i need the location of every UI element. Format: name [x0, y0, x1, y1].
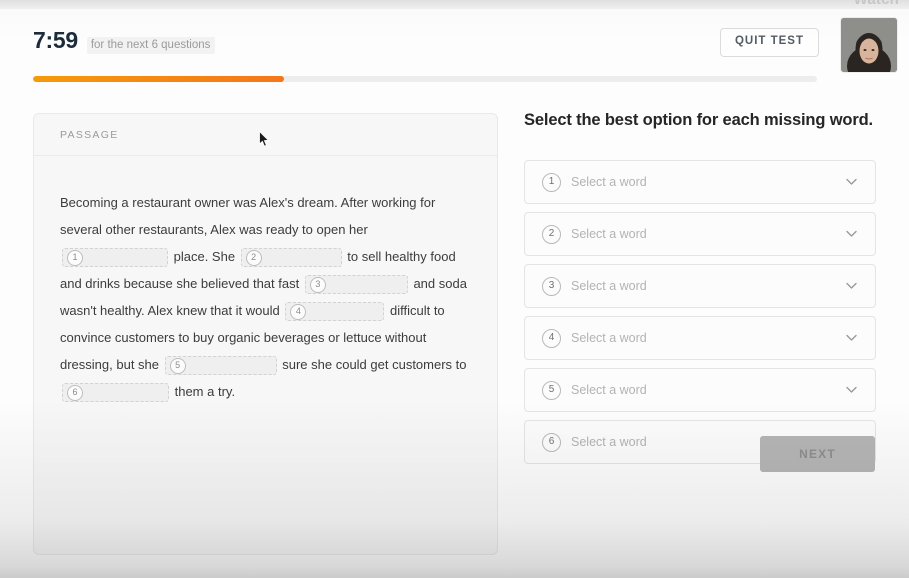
question-prompt: Select the best option for each missing …: [524, 111, 873, 129]
progress-bar-fill: [33, 76, 284, 82]
answers-panel: Select the best option for each missing …: [524, 108, 876, 472]
passage-blank-2[interactable]: 2: [240, 248, 342, 268]
passage-blank-3[interactable]: 3: [304, 275, 408, 295]
quit-test-button[interactable]: QUIT TEST: [719, 28, 819, 57]
passage-blank-number: 6: [67, 384, 83, 401]
passage-card: PASSAGE Becoming a restaurant owner was …: [33, 113, 498, 555]
test-screen: Watch 7:59 for the next 6 questions QUIT…: [0, 0, 909, 578]
chevron-down-icon[interactable]: [846, 386, 857, 397]
word-select-list: 1 Select a word 2 Select a word 3 Select a wo…: [524, 160, 876, 464]
passage-header-label: PASSAGE: [60, 128, 119, 141]
word-select-2[interactable]: 2 Select a word: [524, 212, 876, 256]
word-select-3[interactable]: 3 Select a word: [524, 264, 876, 308]
passage-blank-4[interactable]: 4: [285, 302, 385, 322]
word-select-number: 5: [542, 380, 561, 400]
passage-blank-number: 2: [245, 249, 262, 266]
chevron-down-icon[interactable]: [846, 230, 857, 241]
word-select-value: Select a word: [571, 227, 647, 241]
word-select-number: 1: [542, 172, 561, 192]
timer-group: 7:59 for the next 6 questions: [33, 27, 216, 54]
word-select-value: Select a word: [571, 331, 647, 345]
word-select-value: Select a word: [571, 383, 647, 397]
passage-blank-number: 4: [290, 303, 307, 320]
passage-blank-5[interactable]: 5: [164, 356, 277, 376]
passage-text: Becoming a restaurant owner was Alex's d…: [60, 189, 471, 405]
passage-blank-number: 1: [67, 249, 83, 266]
word-select-value: Select a word: [571, 435, 647, 449]
cut-off-watch-label: Watch: [854, 0, 899, 8]
word-select-number: 2: [542, 224, 561, 244]
word-select-number: 6: [542, 432, 561, 452]
header-bar: 7:59 for the next 6 questions QUIT TEST: [0, 9, 909, 72]
progress-bar-track: [33, 76, 817, 82]
word-select-number: 4: [542, 328, 561, 348]
word-select-value: Select a word: [571, 279, 647, 293]
passage-blank-1[interactable]: 1: [62, 248, 168, 268]
chevron-down-icon[interactable]: [846, 334, 857, 345]
word-select-1[interactable]: 1 Select a word: [524, 160, 876, 204]
next-button[interactable]: NEXT: [760, 436, 875, 472]
word-select-5[interactable]: 5 Select a word: [524, 368, 876, 412]
avatar: [841, 18, 897, 72]
chevron-down-icon[interactable]: [846, 178, 857, 189]
chevron-down-icon[interactable]: [846, 282, 857, 293]
timer-caption: for the next 6 questions: [86, 37, 216, 54]
word-select-value: Select a word: [571, 175, 647, 189]
passage-header: PASSAGE: [34, 114, 497, 156]
passage-body: Becoming a restaurant owner was Alex's d…: [34, 156, 497, 425]
passage-blank-number: 5: [169, 357, 186, 374]
word-select-4[interactable]: 4 Select a word: [524, 316, 876, 360]
browser-chrome-strip: Watch: [0, 0, 909, 9]
word-select-number: 3: [542, 276, 561, 296]
avatar-image: [841, 18, 897, 72]
countdown-timer: 7:59: [33, 27, 78, 53]
passage-blank-6[interactable]: 6: [62, 383, 169, 403]
passage-blank-number: 3: [309, 276, 326, 293]
